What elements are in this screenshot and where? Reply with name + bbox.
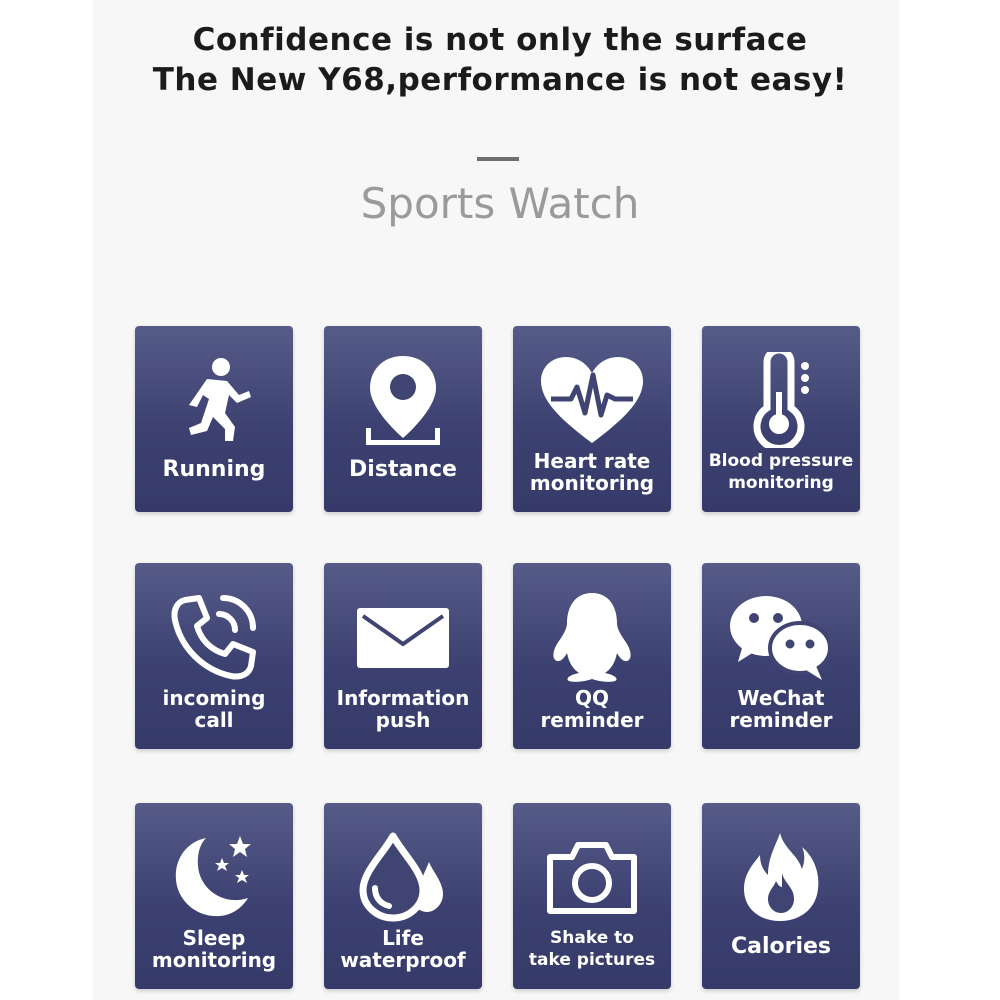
feature-label: Distance xyxy=(349,457,457,482)
envelope-icon xyxy=(324,587,482,687)
water-drop-icon xyxy=(324,827,482,927)
feature-tile-incoming-call: incoming call xyxy=(135,563,293,749)
feature-tile-wechat-reminder: WeChat reminder xyxy=(702,563,860,749)
flame-icon xyxy=(702,827,860,927)
page-subtitle: Sports Watch xyxy=(360,179,640,228)
phone-call-icon xyxy=(135,587,293,687)
feature-tile-running: Running xyxy=(135,326,293,512)
moon-stars-icon xyxy=(135,827,293,927)
feature-tile-information-push: Information push xyxy=(324,563,482,749)
feature-label: Shake to take pictures xyxy=(528,928,656,970)
feature-label: WeChat reminder xyxy=(729,686,833,732)
feature-tile-qq-reminder: QQ reminder xyxy=(513,563,671,749)
qq-penguin-icon xyxy=(513,587,671,687)
feature-label: Running xyxy=(162,457,266,482)
feature-tile-shake-camera: Shake to take pictures xyxy=(513,803,671,989)
feature-label: Heart rate monitoring xyxy=(529,449,655,495)
feature-label: Blood pressure monitoring xyxy=(708,451,854,493)
headline-line-2: The New Y68,performance is not easy! xyxy=(152,62,848,98)
feature-tile-life-waterproof: Life waterproof xyxy=(324,803,482,989)
feature-tile-calories: Calories xyxy=(702,803,860,989)
running-icon xyxy=(135,350,293,450)
camera-icon xyxy=(513,827,671,927)
feature-label: Calories xyxy=(730,934,832,959)
feature-label: Life waterproof xyxy=(340,926,466,972)
feature-label: incoming call xyxy=(162,686,266,732)
thermometer-icon xyxy=(702,350,860,450)
headline-line-1: Confidence is not only the surface xyxy=(192,22,808,58)
feature-tile-sleep-monitoring: Sleep monitoring xyxy=(135,803,293,989)
headline: Confidence is not only the surface The N… xyxy=(0,20,1000,100)
feature-tile-distance: Distance xyxy=(324,326,482,512)
feature-label: Information push xyxy=(336,686,470,732)
divider-dash xyxy=(477,157,519,161)
feature-tile-blood-pressure: Blood pressure monitoring xyxy=(702,326,860,512)
feature-label: Sleep monitoring xyxy=(151,926,277,972)
feature-label: QQ reminder xyxy=(540,686,644,732)
wechat-icon xyxy=(702,587,860,687)
feature-tile-heart-rate: Heart rate monitoring xyxy=(513,326,671,512)
heart-rate-icon xyxy=(513,350,671,450)
location-pin-icon xyxy=(324,350,482,450)
